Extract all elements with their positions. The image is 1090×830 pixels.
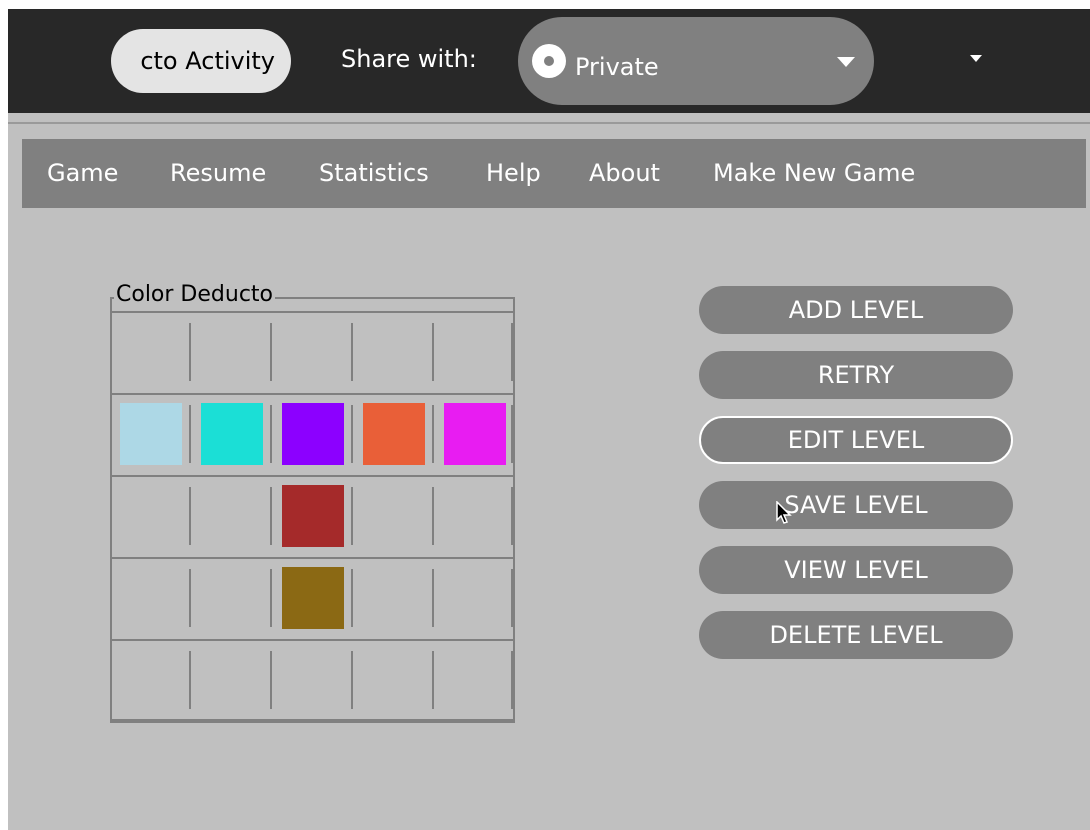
save-level-button[interactable]: SAVE LEVEL <box>699 481 1013 529</box>
color-swatch[interactable] <box>201 403 263 465</box>
board-cell-divider <box>351 405 353 463</box>
mouse-pointer-icon <box>776 501 792 524</box>
board-cell-divider <box>511 323 513 381</box>
board-cell-divider <box>270 569 272 627</box>
board-row-divider <box>110 721 515 723</box>
retry-button[interactable]: RETRY <box>699 351 1013 399</box>
menu-item-game[interactable]: Game <box>47 159 118 187</box>
board-cell-divider <box>511 569 513 627</box>
color-swatch[interactable] <box>363 403 425 465</box>
board-cell-divider <box>351 487 353 545</box>
edit-level-button[interactable]: EDIT LEVEL <box>699 416 1013 464</box>
menu-item-help[interactable]: Help <box>486 159 541 187</box>
activity-toolbar: cto Activity Share with: Private <box>8 9 1090 113</box>
board-cell-divider <box>351 569 353 627</box>
board-cell-divider <box>432 323 434 381</box>
board-cell-divider <box>189 323 191 381</box>
board-title: Color Deducto <box>114 282 275 307</box>
board-cell-divider <box>270 323 272 381</box>
menu-item-resume[interactable]: Resume <box>170 159 266 187</box>
share-with-label: Share with: <box>341 45 477 73</box>
board-cell-divider <box>432 569 434 627</box>
board-cell-divider <box>189 569 191 627</box>
color-swatch[interactable] <box>120 403 182 465</box>
color-swatch[interactable] <box>282 567 344 629</box>
color-swatch[interactable] <box>282 403 344 465</box>
view-level-button[interactable]: VIEW LEVEL <box>699 546 1013 594</box>
chevron-down-icon <box>837 57 855 67</box>
board-cell-divider <box>270 651 272 709</box>
activity-title-field[interactable]: cto Activity <box>111 29 291 93</box>
board-cell-divider <box>432 405 434 463</box>
menu-item-statistics[interactable]: Statistics <box>319 159 429 187</box>
board-row-divider <box>110 393 515 395</box>
board-cell-divider <box>189 405 191 463</box>
board-cell-divider <box>270 487 272 545</box>
board-row-divider <box>110 557 515 559</box>
menu-item-make-new-game[interactable]: Make New Game <box>713 159 915 187</box>
color-swatch[interactable] <box>444 403 506 465</box>
board-cell-divider <box>189 487 191 545</box>
board-cell-divider <box>432 487 434 545</box>
menu-bar: Game Resume Statistics Help About Make N… <box>22 139 1086 208</box>
activity-window: cto Activity Share with: Private Game Re… <box>8 9 1090 830</box>
board-cell-divider <box>189 651 191 709</box>
board-cell-divider <box>511 405 513 463</box>
board-cell-divider <box>351 323 353 381</box>
add-level-button[interactable]: ADD LEVEL <box>699 286 1013 334</box>
radio-icon <box>532 44 566 78</box>
toolbar-separator <box>8 122 1090 124</box>
board-row-divider <box>110 639 515 641</box>
board-row-divider <box>110 311 515 313</box>
menu-item-about[interactable]: About <box>589 159 660 187</box>
board-cell-divider <box>432 651 434 709</box>
share-with-value: Private <box>575 53 659 81</box>
delete-level-button[interactable]: DELETE LEVEL <box>699 611 1013 659</box>
toolbar-more-chevron-icon[interactable] <box>970 55 982 62</box>
share-with-dropdown[interactable]: Private <box>518 17 874 105</box>
color-swatch[interactable] <box>282 485 344 547</box>
board-cell-divider <box>511 487 513 545</box>
board-row-divider <box>110 475 515 477</box>
board-cell-divider <box>351 651 353 709</box>
activity-title: cto Activity <box>140 47 275 75</box>
board-cell-divider <box>511 651 513 709</box>
board-cell-divider <box>270 405 272 463</box>
